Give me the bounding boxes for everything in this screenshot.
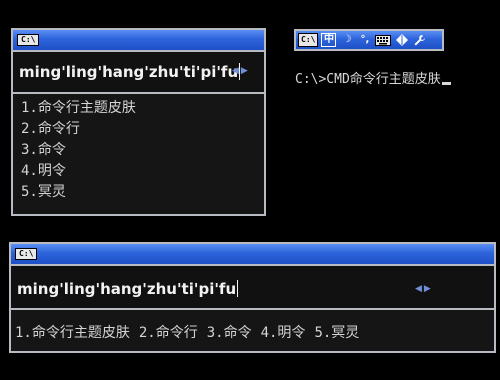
- candidate-item[interactable]: 5.冥灵: [21, 182, 264, 203]
- candidate-item[interactable]: 2.命令行: [139, 325, 198, 341]
- candidate-item[interactable]: 1.命令行主题皮肤: [15, 325, 130, 341]
- keyboard-icon[interactable]: [375, 33, 392, 47]
- candidate-item[interactable]: 3.命令: [207, 325, 252, 341]
- next-page-icon[interactable]: ▶: [424, 284, 433, 294]
- page-navigation: ◀▶: [232, 66, 250, 76]
- candidate-item[interactable]: 2.命令行: [21, 119, 264, 140]
- next-page-icon[interactable]: ▶: [241, 66, 250, 76]
- vertical-candidate-window: C:\ ming'ling'hang'zhu'ti'pi'fu ◀▶ 1.命令行…: [11, 28, 266, 216]
- horizontal-candidate-window: C:\ ming'ling'hang'zhu'ti'pi'fu ◀▶ 1.命令行…: [9, 242, 496, 353]
- candidate-window-titlebar[interactable]: C:\: [11, 244, 494, 266]
- candidate-item[interactable]: 5.冥灵: [314, 325, 359, 341]
- candidate-item[interactable]: 1.命令行主题皮肤: [21, 98, 264, 119]
- pinyin-composition: ming'ling'hang'zhu'ti'pi'fu: [17, 280, 239, 298]
- pinyin-composition: ming'ling'hang'zhu'ti'pi'fu: [19, 63, 241, 81]
- console-command-line: C:\>CMD命令行主题皮肤: [295, 68, 451, 87]
- half-width-moon-icon[interactable]: ☽: [339, 33, 354, 47]
- prev-page-icon[interactable]: ◀: [415, 284, 424, 294]
- page-navigation: ◀▶: [415, 284, 433, 294]
- candidate-item[interactable]: 3.命令: [21, 140, 264, 161]
- candidate-item[interactable]: 4.明令: [261, 325, 306, 341]
- candidate-window-titlebar[interactable]: C:\: [13, 30, 264, 52]
- prev-page-icon[interactable]: ◀: [232, 66, 241, 76]
- cmd-app-icon[interactable]: C:\: [17, 34, 40, 46]
- candidate-list: 1.命令行主题皮肤 2.命令行 3.命令 4.明令 5.冥灵: [13, 94, 264, 203]
- console-typed-text: 命令行主题皮肤: [349, 72, 441, 87]
- wrench-icon[interactable]: [412, 33, 427, 47]
- punctuation-icon[interactable]: °,: [357, 33, 372, 47]
- cmd-app-icon[interactable]: C:\: [15, 248, 38, 260]
- console-cursor: [441, 82, 451, 85]
- cmd-app-icon[interactable]: C:\: [298, 33, 319, 47]
- arrows-icon[interactable]: [394, 33, 409, 47]
- console-prompt: C:\>CMD: [295, 72, 350, 87]
- composition-row: ming'ling'hang'zhu'ti'pi'fu ◀▶: [13, 52, 264, 94]
- candidate-row: 1.命令行主题皮肤 2.命令行 3.命令 4.明令 5.冥灵: [15, 322, 368, 342]
- composition-row: ming'ling'hang'zhu'ti'pi'fu ◀▶: [11, 266, 494, 310]
- text-caret: [237, 280, 239, 297]
- chinese-mode-button[interactable]: 中: [321, 33, 337, 47]
- ime-status-bar: C:\ 中 ☽ °,: [294, 29, 444, 51]
- candidate-item[interactable]: 4.明令: [21, 161, 264, 182]
